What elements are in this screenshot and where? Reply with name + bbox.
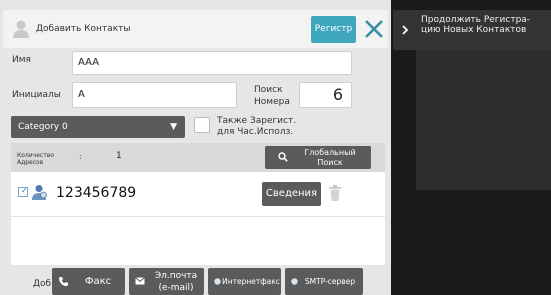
- initials-label: Инициалы: [12, 90, 61, 100]
- global-search-button[interactable]: Глобальный Поиск: [265, 146, 371, 169]
- panel-header: Добавить Контакты Регистр: [3, 10, 388, 48]
- global-search-label: Глобальный Поиск: [291, 148, 369, 168]
- initials-field[interactable]: A: [72, 82, 237, 108]
- add-internet-fax-button[interactable]: Интернетфакс: [208, 268, 281, 295]
- address-list: ✓ 123456789 Сведения: [11, 172, 385, 265]
- address-count-label-line1: Количество: [17, 152, 54, 159]
- category-value: Category 0: [18, 122, 68, 132]
- address-count-value: 1: [116, 151, 122, 161]
- add-fax-button[interactable]: Факс: [52, 268, 125, 295]
- continue-registration-button[interactable]: Продолжить Регистра- цию Новых Контактов: [393, 10, 551, 50]
- category-select[interactable]: Category 0 ▼: [11, 116, 185, 138]
- phone-icon: [58, 277, 68, 287]
- continue-registration-label: Продолжить Регистра- цию Новых Контактов: [421, 15, 530, 35]
- add-destination-bar: Доб. Факс Эл.почта (e-mail) Интернетфакс: [11, 265, 385, 295]
- chevron-right-icon: [402, 25, 409, 35]
- person-icon: [13, 20, 29, 38]
- name-field[interactable]: AAA: [72, 51, 352, 75]
- envelope-icon: [135, 277, 145, 285]
- register-button[interactable]: Регистр: [311, 16, 356, 43]
- email-label-line1: Эл.почта: [154, 271, 198, 281]
- continue-label-line1: Продолжить Регистра-: [421, 15, 531, 25]
- list-item: ✓ 123456789 Сведения: [11, 172, 385, 217]
- trash-icon[interactable]: [329, 185, 341, 201]
- close-icon[interactable]: [360, 14, 388, 44]
- address-value: 123456789: [56, 185, 137, 201]
- address-count-bar: Количество Адресов : 1 Глобальный Поиск: [11, 143, 385, 172]
- search-number-label: Поиск Номера: [254, 84, 290, 108]
- search-number-label-line1: Поиск: [254, 85, 283, 95]
- add-smtp-button[interactable]: SMTP-сервер: [285, 268, 363, 295]
- also-register-checkbox[interactable]: [194, 117, 210, 133]
- fax-label: Факс: [84, 276, 112, 287]
- continue-label-line2: цию Новых Контактов: [421, 25, 527, 35]
- address-count-colon: :: [79, 152, 82, 161]
- search-number-field[interactable]: 6: [299, 82, 352, 108]
- chevron-down-icon: ▼: [170, 122, 177, 132]
- also-register-label-line1: Также Зарегист.: [217, 116, 297, 126]
- global-search-label-line2: Поиск: [317, 158, 343, 167]
- email-label: Эл.почта (e-mail): [149, 270, 203, 294]
- add-label: Доб.: [33, 279, 54, 289]
- address-count-label: Количество Адресов: [17, 152, 54, 166]
- email-label-line2: (e-mail): [158, 283, 194, 293]
- page-title: Добавить Контакты: [36, 24, 131, 34]
- address-count-label-line2: Адресов: [17, 159, 44, 166]
- global-search-label-line1: Глобальный: [304, 148, 356, 157]
- smtp-label: SMTP-сервер: [304, 277, 356, 286]
- side-panel-area: [416, 50, 551, 190]
- address-checkbox[interactable]: ✓: [18, 186, 28, 197]
- dot-icon: [214, 278, 221, 285]
- also-register-label: Также Зарегист. для Час.Исполз.: [217, 116, 296, 138]
- dot-icon: [291, 278, 298, 285]
- person-icon: [32, 185, 47, 200]
- search-icon: [278, 152, 288, 162]
- search-number-label-line2: Номера: [254, 97, 290, 107]
- details-button[interactable]: Сведения: [262, 182, 321, 206]
- internet-fax-label: Интернетфакс: [222, 277, 280, 286]
- add-contacts-panel: Добавить Контакты Регистр Имя AAA Инициа…: [0, 0, 391, 295]
- name-label: Имя: [12, 55, 31, 65]
- add-email-button[interactable]: Эл.почта (e-mail): [129, 268, 204, 295]
- check-icon: ✓: [21, 186, 28, 195]
- also-register-label-line2: для Час.Исполз.: [217, 127, 294, 137]
